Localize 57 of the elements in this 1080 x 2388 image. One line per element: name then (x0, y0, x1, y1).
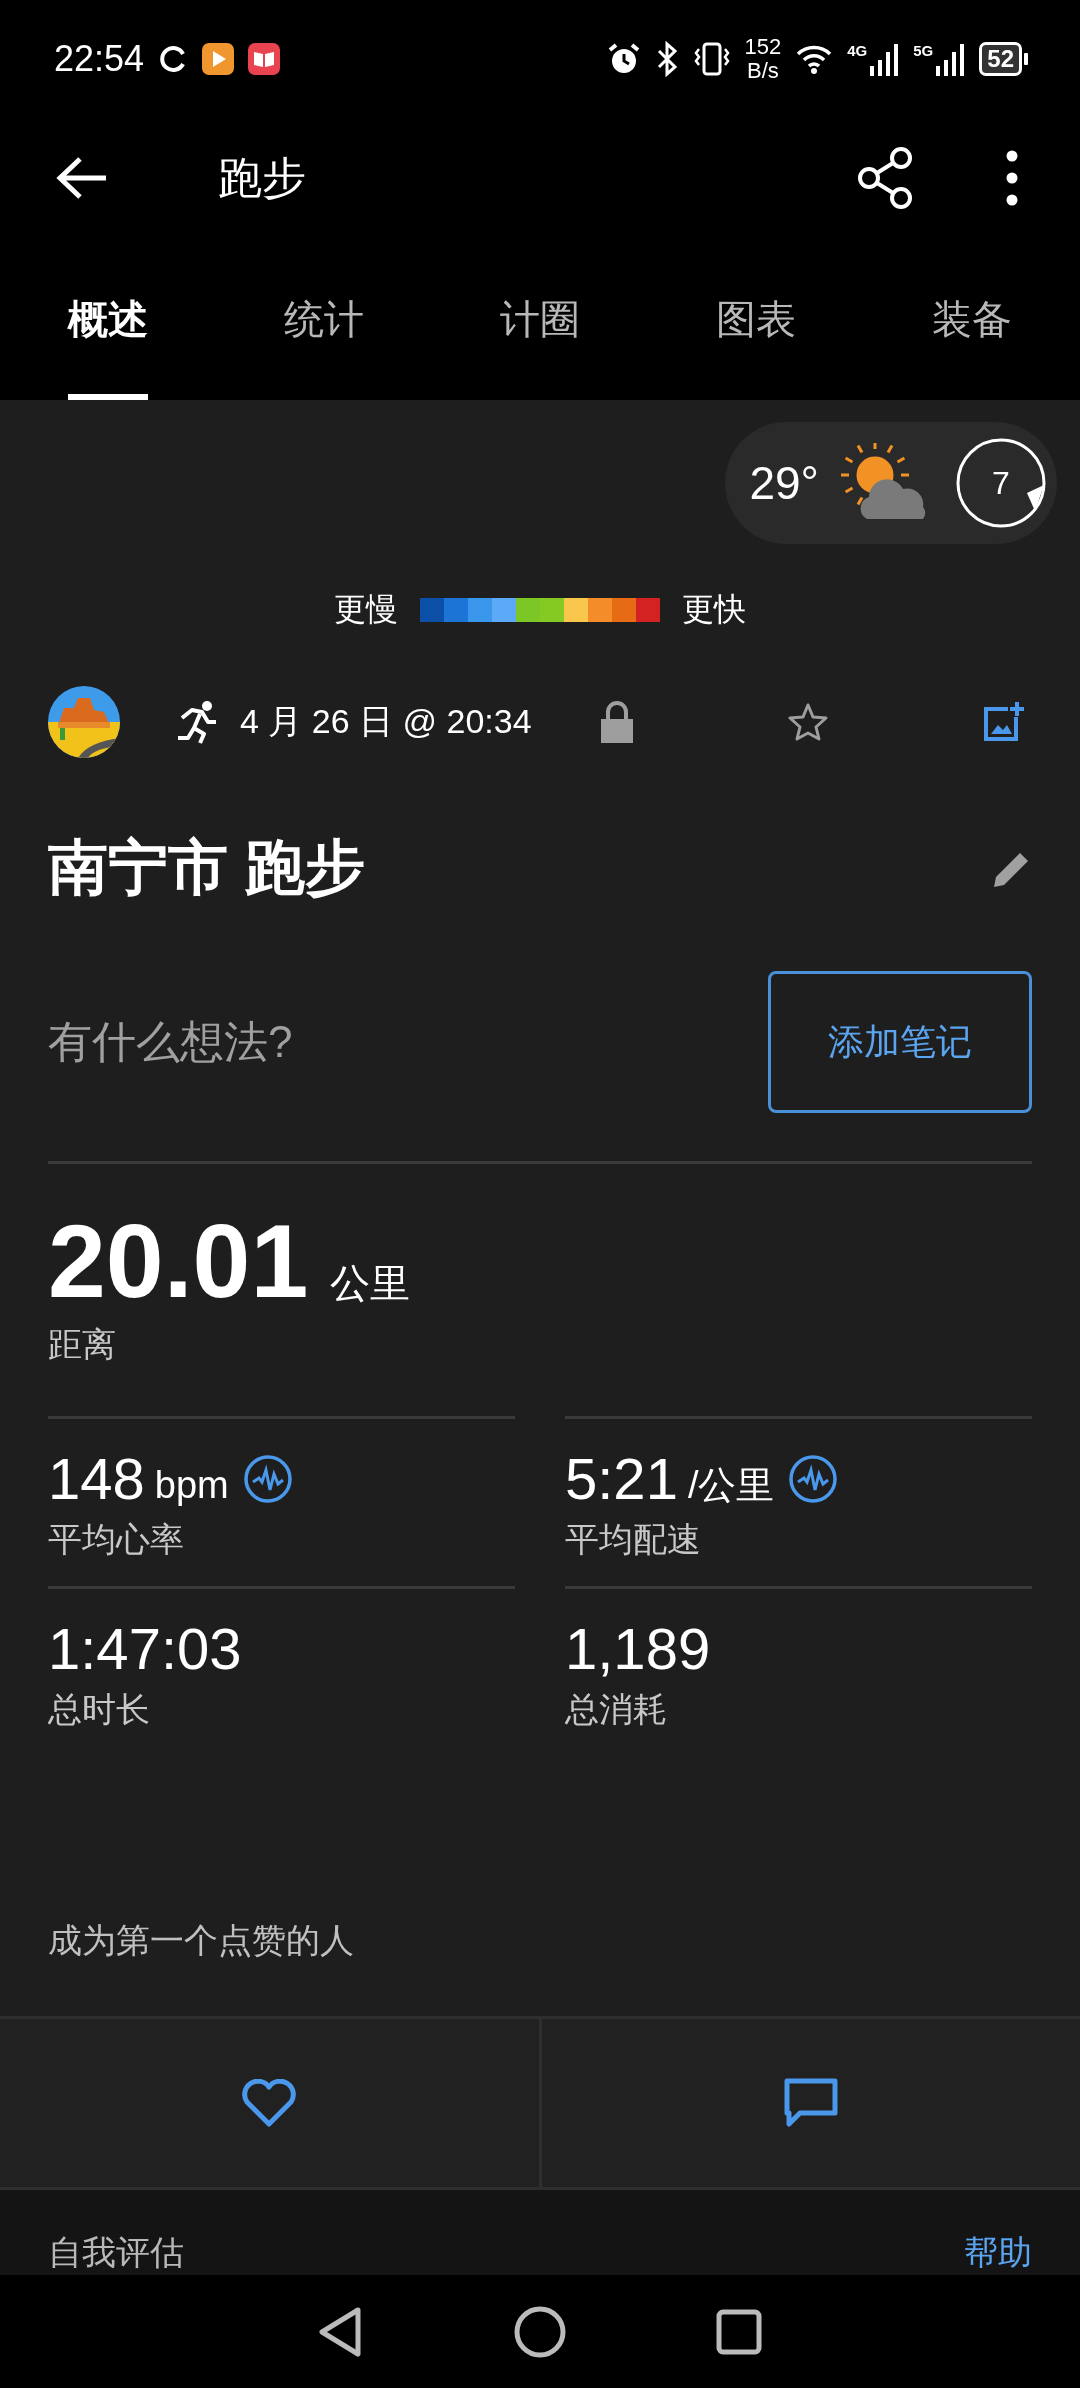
more-menu-icon[interactable] (1006, 150, 1018, 206)
home-nav-icon[interactable] (514, 2305, 566, 2358)
likes-text: 成为第一个点赞的人 (48, 1920, 355, 1961)
faster-label: 更快 (682, 590, 746, 629)
network-type: 5G (913, 42, 934, 59)
distance-value: 20.01 (48, 1206, 309, 1316)
metric-label: 平均配速 (565, 1519, 702, 1560)
metric-label: 总时长 (48, 1689, 151, 1730)
lock-icon[interactable] (600, 701, 634, 743)
weather-badge[interactable]: 29° 7 (725, 422, 1057, 544)
network-speed: 152 (744, 35, 782, 59)
signal-icon (935, 42, 966, 76)
metric-unit: /公里 (687, 1462, 775, 1508)
play-app-icon (202, 43, 235, 75)
wind-speed-dial: 7 (955, 437, 1047, 529)
back-arrow-icon[interactable] (56, 156, 108, 200)
metric-unit: bpm (154, 1463, 229, 1507)
page-title: 跑步 (218, 151, 307, 204)
activity-pulse-icon[interactable] (788, 1454, 839, 1504)
metric-value: 1:47:03 (48, 1617, 242, 1681)
slower-label: 更慢 (334, 590, 398, 629)
heart-icon (241, 2079, 298, 2127)
network-type: 4G (847, 42, 868, 59)
distance-label: 距离 (48, 1324, 117, 1365)
metric-value: 5:21 (565, 1447, 678, 1511)
star-icon[interactable] (788, 703, 828, 741)
section-title: 自我评估 (48, 2233, 184, 2271)
clock-time: 22:54 (54, 38, 145, 80)
signal-icon (869, 42, 900, 76)
metric-label: 平均心率 (48, 1519, 185, 1560)
temperature: 29° (749, 456, 819, 510)
tab[interactable]: 装备 (932, 238, 1012, 400)
network-speed-unit: B/s (747, 59, 779, 83)
wifi-icon (795, 43, 834, 75)
recents-nav-icon[interactable] (716, 2308, 762, 2355)
note-input-field[interactable]: 有什么想法? (48, 1017, 648, 1067)
share-icon[interactable] (856, 147, 914, 209)
tab[interactable]: 计圈 (500, 238, 580, 400)
help-link[interactable]: 帮助 (964, 2233, 1032, 2271)
vibrate-icon (692, 41, 731, 77)
battery-level: 52 (979, 42, 1022, 76)
activity-pulse-icon[interactable] (242, 1454, 293, 1504)
tab[interactable]: 概述 (68, 238, 148, 400)
book-app-icon (248, 43, 281, 75)
tab[interactable]: 统计 (284, 238, 364, 400)
add-photo-icon[interactable] (982, 701, 1024, 743)
activity-date: 4 月 26 日 @ 20:34 (240, 701, 533, 742)
metric-label: 总消耗 (565, 1689, 668, 1730)
add-note-button[interactable]: 添加笔记 (768, 971, 1032, 1113)
comment-icon (783, 2078, 838, 2128)
activity-title: 南宁市 跑步 (48, 833, 365, 903)
alarm-icon (606, 42, 641, 76)
distance-unit: 公里 (330, 1260, 411, 1307)
metric-value: 1,189 (565, 1617, 711, 1681)
metric-value: 148 (48, 1447, 145, 1511)
tab[interactable]: 图表 (716, 238, 796, 400)
back-nav-icon[interactable] (318, 2305, 364, 2358)
